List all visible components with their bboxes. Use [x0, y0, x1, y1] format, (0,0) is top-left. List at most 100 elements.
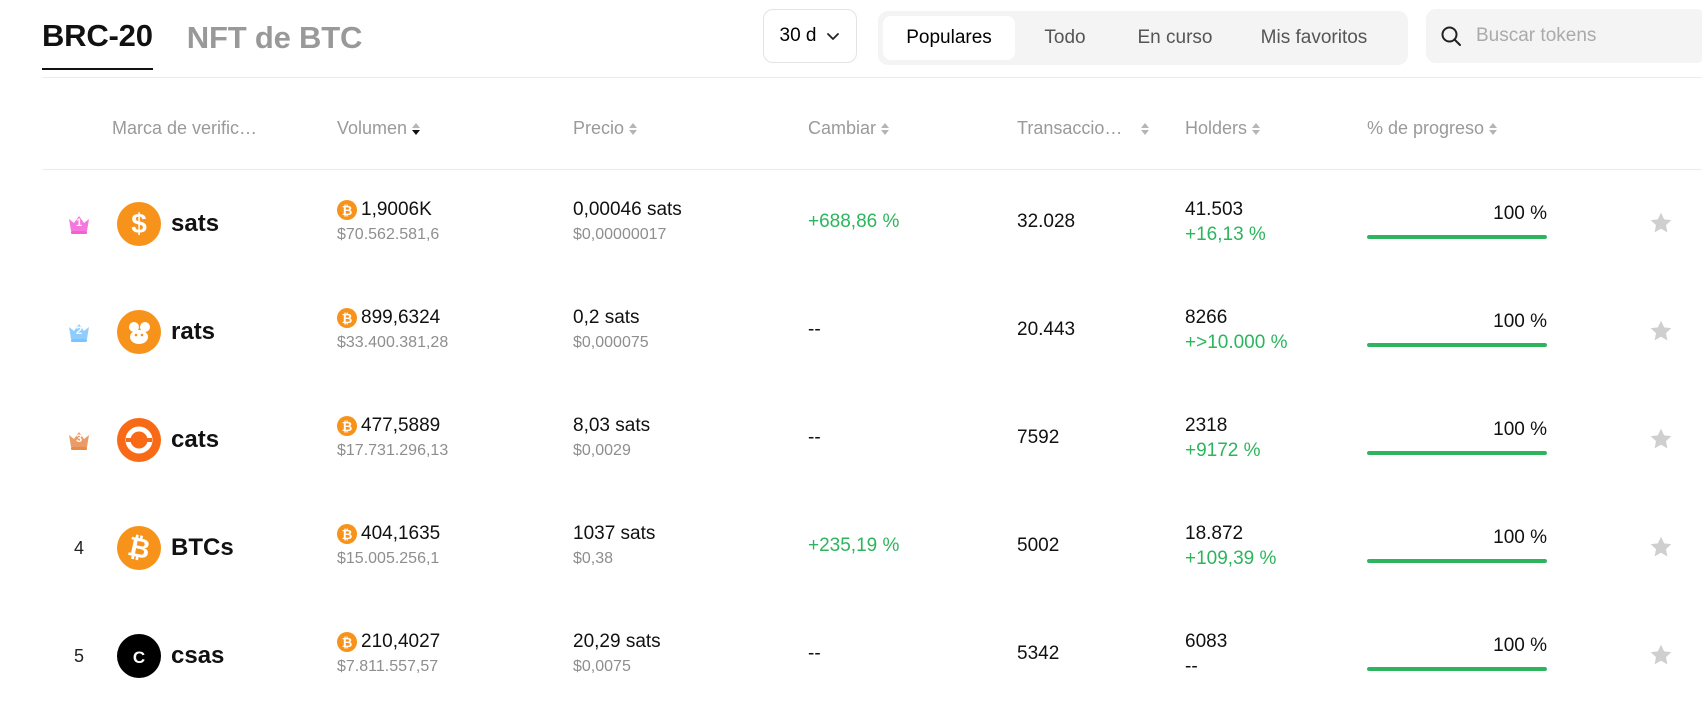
- holders-change: --: [1185, 656, 1198, 677]
- holders-change: +>10.000 %: [1185, 332, 1288, 353]
- token-name[interactable]: BTCs: [171, 534, 234, 562]
- col-holders[interactable]: Holders: [1185, 118, 1261, 139]
- volume-btc-value: 210,4027: [361, 631, 441, 652]
- token-name[interactable]: rats: [171, 318, 215, 346]
- volume-btc-value: 899,6324: [361, 307, 441, 328]
- progress-fill: [1367, 559, 1547, 563]
- token-name[interactable]: sats: [171, 210, 219, 238]
- svg-text:$: $: [131, 208, 147, 239]
- progress-label: 100 %: [1493, 311, 1547, 332]
- search-icon: [1441, 26, 1461, 46]
- rank-number: 3: [75, 433, 83, 445]
- favorite-star-icon[interactable]: [1648, 534, 1674, 560]
- filter-todo[interactable]: Todo: [1015, 16, 1115, 60]
- bitcoin-icon: ₿: [337, 632, 357, 652]
- col-change[interactable]: Cambiar: [808, 118, 890, 139]
- change-value: +235,19 %: [808, 535, 900, 556]
- progress-label: 100 %: [1493, 203, 1547, 224]
- bitcoin-icon: ₿: [117, 526, 161, 570]
- col-holders-label: Holders: [1185, 118, 1248, 138]
- holders-change: +109,39 %: [1185, 548, 1277, 569]
- volume-btc: ₿ 210,4027: [337, 631, 440, 653]
- volume-btc: ₿ 899,6324: [337, 307, 440, 329]
- sort-icon: [412, 122, 421, 135]
- col-verify-label: Marca de verific…: [112, 118, 258, 138]
- holders-value: 2318: [1185, 415, 1228, 436]
- favorite-star-icon[interactable]: [1648, 318, 1674, 344]
- tab-btc-nft[interactable]: NFT de BTC: [187, 20, 363, 70]
- transactions-value: 5002: [1017, 535, 1060, 556]
- filter-populares[interactable]: Populares: [883, 16, 1015, 60]
- bitcoin-icon: ₿: [337, 524, 357, 544]
- favorite-star-icon[interactable]: [1648, 642, 1674, 668]
- period-value: 30 d: [779, 25, 817, 46]
- table-row[interactable]: 5 Ccsas ₿ 210,4027 $7.811.557,57 20,29 sats $0…: [0, 602, 1702, 710]
- price-sats: 8,03 sats: [573, 415, 651, 436]
- price-sats: 0,2 sats: [573, 307, 640, 328]
- dollar-icon: $: [117, 202, 161, 246]
- price-usd: $0,000075: [573, 334, 649, 351]
- rank-crown-icon: 1: [66, 170, 92, 278]
- bitcoin-icon: ₿: [337, 200, 357, 220]
- progress-fill: [1367, 235, 1547, 239]
- token-name[interactable]: cats: [171, 426, 219, 454]
- col-transactions-label: Transaccio…: [1017, 118, 1123, 138]
- search-input[interactable]: [1474, 24, 1698, 48]
- change-value: +688,86 %: [808, 211, 900, 232]
- volume-usd: $17.731.296,13: [337, 442, 449, 459]
- rank-number: 2: [75, 325, 83, 337]
- token-name[interactable]: csas: [171, 642, 224, 670]
- sort-icon: [1489, 122, 1498, 135]
- table-row[interactable]: 1 $ sats ₿ 1,9006K $70.562.581,6 0,00046 sats $…: [0, 170, 1702, 278]
- period-dropdown[interactable]: 30 d: [763, 9, 857, 63]
- filter-mis-favoritos[interactable]: Mis favoritos: [1235, 16, 1393, 60]
- price-sats: 0,00046 sats: [573, 199, 682, 220]
- search-box: [1426, 9, 1702, 63]
- volume-btc-value: 1,9006K: [361, 199, 432, 220]
- col-transactions[interactable]: Transaccio…: [1017, 118, 1150, 139]
- progress-bar: [1367, 343, 1547, 347]
- progress-label: 100 %: [1493, 527, 1547, 548]
- progress-bar: [1367, 559, 1547, 563]
- favorite-star-icon[interactable]: [1648, 210, 1674, 236]
- holders-value: 8266: [1185, 307, 1228, 328]
- price-usd: $0,38: [573, 550, 614, 567]
- holders-change: +9172 %: [1185, 440, 1261, 461]
- rank-number: 5: [73, 645, 84, 666]
- holders-value: 6083: [1185, 631, 1228, 652]
- bitcoin-icon: ₿: [337, 308, 357, 328]
- ring-icon: [117, 418, 161, 462]
- col-progress-label: % de progreso: [1367, 118, 1485, 138]
- progress-fill: [1367, 343, 1547, 347]
- progress-fill: [1367, 667, 1547, 671]
- progress-label: 100 %: [1493, 635, 1547, 656]
- holders-change: +16,13 %: [1185, 224, 1266, 245]
- change-value: --: [808, 427, 821, 448]
- volume-btc: ₿ 404,1635: [337, 523, 440, 545]
- col-volume[interactable]: Volumen: [337, 118, 421, 139]
- volume-usd: $7.811.557,57: [337, 658, 439, 675]
- table-row[interactable]: 2 rats ₿ 899,6324 $33.400.381,28 0,2 sats $0,0…: [0, 278, 1702, 386]
- tab-brc20[interactable]: BRC-20: [42, 18, 153, 70]
- progress-bar: [1367, 667, 1547, 671]
- col-price[interactable]: Precio: [573, 118, 638, 139]
- price-usd: $0,0029: [573, 442, 631, 459]
- progress-bar: [1367, 451, 1547, 455]
- change-value: --: [808, 643, 821, 664]
- table-row[interactable]: 4 ₿ BTCs ₿ 404,1635 $15.005.256,1 1037 sats $0,…: [0, 494, 1702, 602]
- table-row[interactable]: 3 cats ₿ 477,5889 $17.731.296,13 8,03 sats $0,…: [0, 386, 1702, 494]
- volume-usd: $70.562.581,6: [337, 226, 440, 243]
- sort-icon: [881, 122, 890, 135]
- bitcoin-icon: ₿: [337, 416, 357, 436]
- col-progress[interactable]: % de progreso: [1367, 118, 1498, 139]
- progress-fill: [1367, 451, 1547, 455]
- change-value: --: [808, 319, 821, 340]
- filter-en-curso[interactable]: En curso: [1115, 16, 1235, 60]
- favorite-star-icon[interactable]: [1648, 426, 1674, 452]
- price-usd: $0,0075: [573, 658, 631, 675]
- rank-number: 4: [73, 537, 84, 558]
- price-sats: 20,29 sats: [573, 631, 661, 652]
- header-divider: [42, 77, 1702, 78]
- svg-text:₿: ₿: [125, 531, 153, 565]
- col-price-label: Precio: [573, 118, 625, 138]
